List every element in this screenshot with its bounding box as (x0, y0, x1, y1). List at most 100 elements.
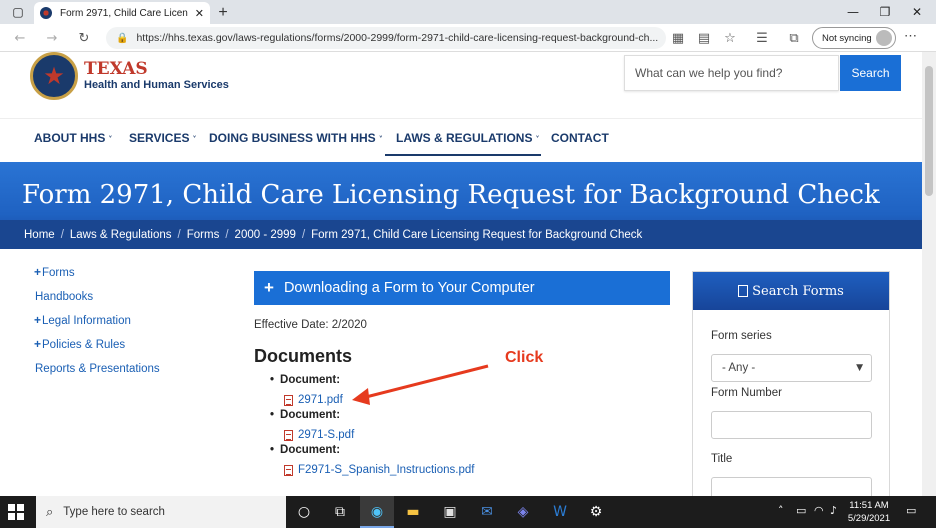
store-icon[interactable]: ▣ (440, 502, 460, 522)
document-link-spanish-instructions[interactable]: F2971-S_Spanish_Instructions.pdf (270, 461, 474, 479)
edge-browser-icon[interactable]: ◉ (367, 502, 387, 522)
form-number-label: Form Number (711, 387, 782, 399)
logo-title: TEXAS (84, 58, 148, 79)
page-scrollbar[interactable] (922, 52, 936, 496)
form-series-label: Form series (711, 330, 772, 342)
windows-taskbar: ⌕ Type here to search ○ ⧉ ◉ ▬ ▣ ✉ ◈ W ⚙ … (0, 496, 936, 528)
chevron-down-icon: ▼ (856, 363, 863, 373)
address-url: https://hhs.texas.gov/laws-regulations/f… (136, 32, 659, 44)
sidebar-item-reports[interactable]: Reports & Presentations (34, 361, 160, 385)
breadcrumb-forms[interactable]: Forms (187, 229, 220, 241)
site-favicon-icon (40, 7, 52, 19)
sync-label: Not syncing (822, 32, 872, 44)
profile-sync-button[interactable]: Not syncing (812, 27, 896, 49)
sidebar-item-handbooks[interactable]: Handbooks (34, 289, 160, 313)
click-annotation: Click (505, 349, 544, 366)
texas-seal-icon: ★ (30, 52, 78, 100)
sidebar-item-forms[interactable]: +Forms (34, 265, 160, 289)
chevron-down-icon: ˅ (192, 135, 197, 144)
site-search-input[interactable]: What can we help you find? (624, 55, 839, 91)
battery-icon[interactable]: ▭ (796, 504, 806, 517)
main-navigation: ABOUT HHS ˅ SERVICES ˅ DOING BUSINESS WITH… (0, 118, 922, 158)
new-tab-button[interactable]: + (212, 2, 234, 24)
window-restore-button[interactable]: ❐ (870, 0, 900, 24)
nav-services[interactable]: SERVICES ˅ (129, 131, 196, 145)
page-title: Form 2971, Child Care Licensing Request … (22, 180, 880, 210)
favorites-list-icon[interactable]: ☰ (752, 28, 772, 48)
nav-laws-regulations[interactable]: LAWS & REGULATIONS ˅ (396, 131, 539, 145)
nav-active-indicator (385, 154, 541, 156)
search-forms-panel: Search Forms Form series - Any - ▼ Form N… (692, 271, 890, 496)
page-banner: Form 2971, Child Care Licensing Request … (0, 162, 922, 249)
annotation-arrow-icon (352, 364, 489, 405)
file-explorer-icon[interactable]: ▬ (403, 502, 423, 522)
chevron-down-icon: ˅ (535, 135, 540, 144)
breadcrumb-range[interactable]: 2000 - 2999 (235, 229, 296, 241)
scrollbar-thumb[interactable] (925, 66, 933, 196)
mail-icon[interactable]: ✉ (477, 502, 497, 522)
form-title-label: Title (711, 453, 733, 465)
collections-icon[interactable]: ⧉ (784, 28, 804, 48)
breadcrumb-laws[interactable]: Laws & Regulations (70, 229, 172, 241)
refresh-icon[interactable]: ↻ (74, 28, 94, 48)
volume-icon[interactable]: ♪ (830, 504, 837, 517)
chevron-down-icon: ˅ (108, 135, 113, 144)
expand-plus-icon: + (264, 278, 274, 297)
breadcrumb-home[interactable]: Home (24, 229, 55, 241)
pdf-icon (284, 394, 293, 406)
form-number-input[interactable] (711, 411, 872, 439)
hhs-logo[interactable]: ★ TEXAS Health and Human Services (30, 52, 229, 100)
back-arrow-icon[interactable]: ← (10, 28, 30, 48)
document-link-2971-s[interactable]: 2971-S.pdf (270, 426, 474, 444)
teams-icon[interactable]: ◈ (513, 502, 533, 522)
pdf-icon (284, 464, 293, 476)
site-search-button[interactable]: Search (840, 55, 901, 91)
search-forms-header: Search Forms (693, 272, 889, 310)
effective-date: Effective Date: 2/2020 (254, 319, 367, 331)
tab-close-icon[interactable]: ✕ (195, 7, 204, 20)
chevron-down-icon: ˅ (378, 135, 383, 144)
form-series-select[interactable]: - Any - ▼ (711, 354, 872, 382)
browser-tab-bar: ▢ Form 2971, Child Care Licensing ✕ + — … (0, 0, 936, 24)
taskbar-search-box[interactable]: ⌕ Type here to search (36, 496, 286, 528)
lock-icon: 🔒 (116, 32, 129, 44)
nav-about-hhs[interactable]: ABOUT HHS ˅ (34, 131, 112, 145)
search-icon: ⌕ (46, 504, 54, 520)
sidebar-item-legal[interactable]: +Legal Information (34, 313, 160, 337)
pdf-icon (284, 429, 293, 441)
tray-chevron-up-icon[interactable]: ˄ (778, 504, 784, 517)
nav-doing-business[interactable]: DOING BUSINESS WITH HHS ˅ (209, 131, 383, 145)
window-close-button[interactable]: ✕ (902, 0, 932, 24)
address-bar[interactable]: 🔒 https://hhs.texas.gov/laws-regulations… (106, 27, 666, 49)
browser-tab-active[interactable]: Form 2971, Child Care Licensing ✕ (34, 2, 210, 24)
documents-heading: Documents (254, 346, 353, 366)
document-icon (738, 285, 749, 297)
sidebar: +Forms Handbooks +Legal Information +Pol… (34, 265, 160, 385)
sidebar-item-policies[interactable]: +Policies & Rules (34, 337, 160, 361)
cortana-icon[interactable]: ○ (294, 502, 314, 522)
breadcrumb: Home / Laws & Regulations / Forms/ 2000 - … (0, 220, 922, 249)
tab-actions-icon[interactable]: ▢ (3, 0, 33, 24)
notification-icon[interactable]: ▭ (906, 504, 916, 517)
settings-more-icon[interactable]: ⋯ (904, 28, 917, 44)
accordion-label: Downloading a Form to Your Computer (283, 280, 535, 296)
download-help-accordion[interactable]: + Downloading a Form to Your Computer (254, 271, 670, 305)
window-minimize-button[interactable]: — (838, 0, 868, 24)
avatar (876, 30, 892, 46)
settings-gear-icon[interactable]: ⚙ (586, 502, 606, 522)
logo-subtitle: Health and Human Services (84, 78, 229, 91)
nav-contact[interactable]: CONTACT (551, 131, 609, 145)
taskbar-clock[interactable]: 11:51 AM 5/29/2021 (842, 499, 896, 525)
browser-toolbar: ← → ↻ 🔒 https://hhs.texas.gov/laws-regul… (0, 24, 936, 52)
wifi-icon[interactable]: ◠ (814, 504, 824, 517)
read-aloud-icon[interactable]: ▤ (694, 28, 714, 48)
web-page: ★ TEXAS Health and Human Services What c… (0, 52, 922, 496)
forward-arrow-icon[interactable]: → (42, 28, 62, 48)
task-view-icon[interactable]: ⧉ (330, 502, 350, 522)
favorite-star-icon[interactable]: ☆ (720, 28, 740, 48)
grid-icon[interactable]: ▦ (668, 28, 688, 48)
word-icon[interactable]: W (550, 502, 570, 522)
windows-start-icon[interactable] (8, 504, 24, 520)
form-title-input[interactable] (711, 477, 872, 496)
breadcrumb-current: Form 2971, Child Care Licensing Request … (311, 228, 643, 241)
